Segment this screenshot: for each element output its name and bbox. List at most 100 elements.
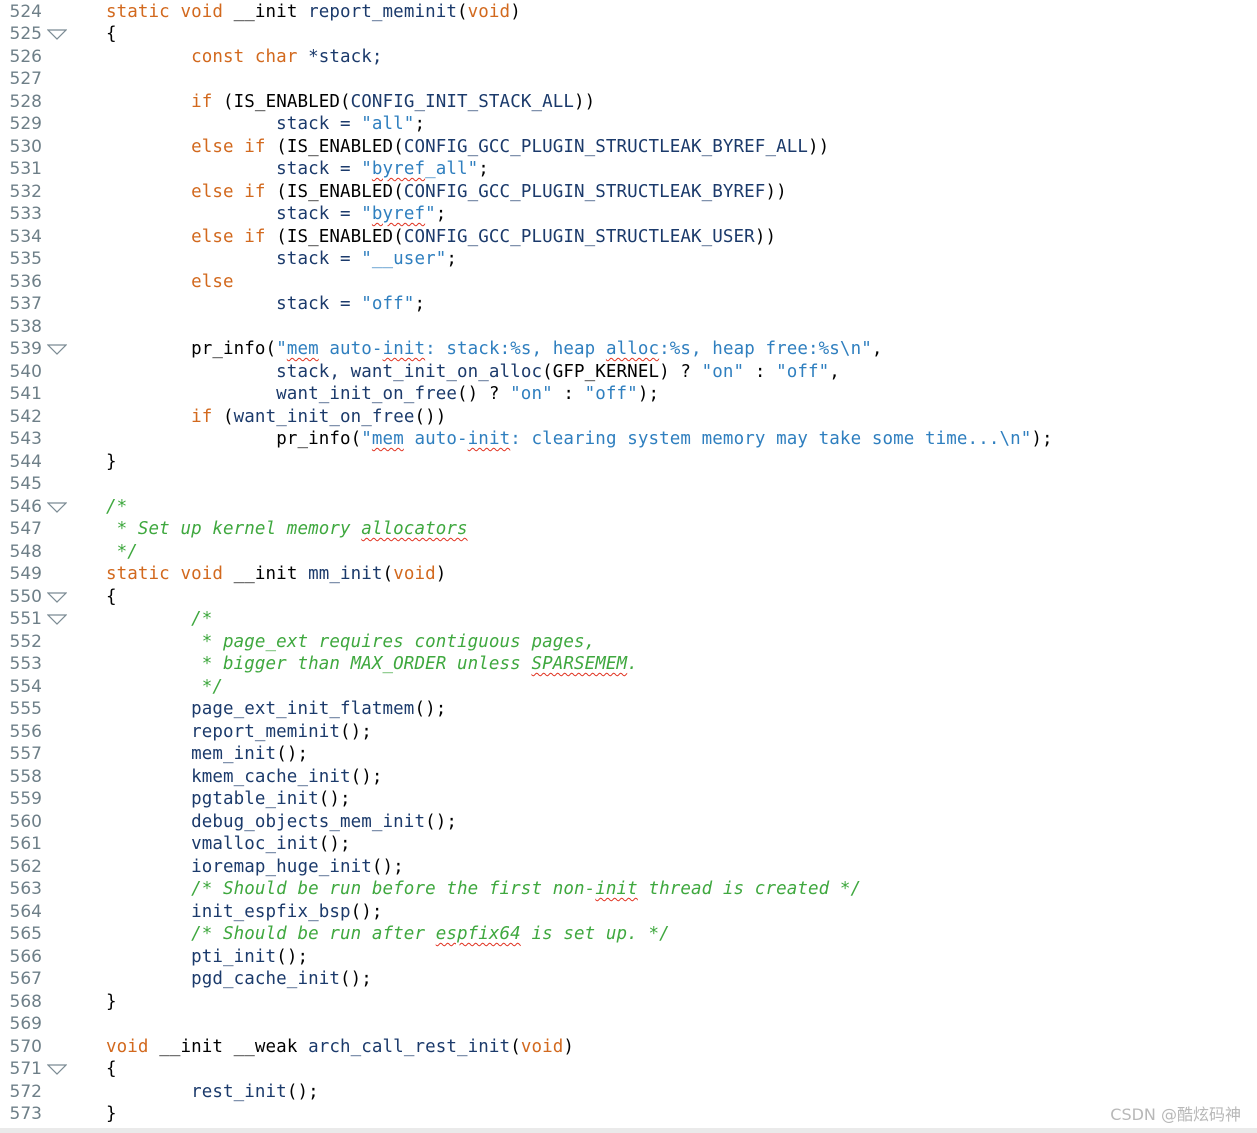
code-line[interactable]: 541 want_init_on_free() ? "on" : "off"); (0, 383, 1257, 406)
code-text: rest_init(); (106, 1081, 319, 1104)
code-line[interactable]: 524 static void __init report_meminit(voi… (0, 1, 1257, 24)
code-token: )) (574, 91, 596, 112)
code-line[interactable]: 536 else (0, 271, 1257, 294)
code-line[interactable]: 526 const char *stack; (0, 46, 1257, 69)
code-line[interactable]: 545 (0, 473, 1257, 496)
code-text: pgd_cache_init(); (106, 968, 372, 991)
code-token: *stack; (308, 46, 383, 67)
code-text: page_ext_init_flatmem(); (106, 698, 446, 721)
code-line[interactable]: 556 report_meminit(); (0, 721, 1257, 744)
fold-toggle-icon[interactable] (47, 614, 67, 625)
code-line[interactable]: 544} (0, 451, 1257, 474)
code-line[interactable]: 562 ioremap_huge_init(); (0, 856, 1257, 879)
code-line[interactable]: 570 void __init __weak arch_call_rest_ini… (0, 1036, 1257, 1059)
code-text: static void __init report_meminit(void) (106, 1, 521, 24)
code-line[interactable]: 531 stack = "byref_all"; (0, 158, 1257, 181)
code-line[interactable]: 552 * page_ext requires contiguous pages… (0, 631, 1257, 654)
code-token: () ? (456, 384, 511, 404)
code-token: SPARSEMEM (531, 654, 628, 674)
code-line[interactable]: 554 */ (0, 676, 1257, 699)
code-line[interactable]: 572 rest_init(); (0, 1081, 1257, 1104)
code-line[interactable]: 548 */ (0, 541, 1257, 564)
code-line[interactable]: 527 (0, 68, 1257, 91)
line-number: 528 (9, 91, 42, 112)
code-line[interactable]: 533 stack = "byref"; (0, 203, 1257, 226)
code-text: */ (106, 541, 138, 564)
code-line[interactable]: 566 pti_init(); (0, 946, 1257, 969)
code-token: stack = (106, 249, 362, 269)
code-line[interactable]: 535 stack = "__user"; (0, 248, 1257, 271)
line-number: 550 (9, 586, 42, 607)
code-token: IS_ENABLED (233, 91, 341, 112)
code-line[interactable]: 553 * bigger than MAX_ORDER unless SPARS… (0, 653, 1257, 676)
code-line[interactable]: 571 { (0, 1058, 1257, 1081)
line-number: 564 (9, 901, 42, 922)
code-token: pgd_cache_init (106, 969, 340, 989)
code-token: ( (276, 181, 287, 202)
code-line[interactable]: 563 /* Should be run before the first no… (0, 878, 1257, 901)
code-token: (); (414, 699, 447, 719)
code-text: stack = "__user"; (106, 248, 457, 271)
code-line[interactable]: 568} (0, 991, 1257, 1014)
code-line[interactable]: 560 debug_objects_mem_init(); (0, 811, 1257, 834)
fold-toggle-icon[interactable] (47, 501, 67, 513)
code-line[interactable]: 537 stack = "off"; (0, 293, 1257, 316)
code-line[interactable]: 534 else if (IS_ENABLED(CONFIG_GCC_PLUGI… (0, 226, 1257, 249)
line-number: 546 (9, 496, 42, 517)
code-line[interactable]: 551 /* (0, 608, 1257, 631)
code-line[interactable]: 559 pgtable_init(); (0, 788, 1257, 811)
code-token: : clearing system memory may take some t… (510, 429, 1032, 449)
code-line[interactable]: 549 static void __init mm_init(void) (0, 563, 1257, 586)
code-line[interactable]: 557 mem_init(); (0, 743, 1257, 766)
code-text: init_espfix_bsp(); (106, 901, 383, 924)
code-line[interactable]: 569 (0, 1013, 1257, 1036)
code-line[interactable]: 528 if (IS_ENABLED(CONFIG_INIT_STACK_ALL… (0, 91, 1257, 114)
code-line[interactable]: 530 else if (IS_ENABLED(CONFIG_GCC_PLUGI… (0, 136, 1257, 159)
code-token: (); (276, 744, 309, 764)
code-line[interactable]: 561 vmalloc_init(); (0, 833, 1257, 856)
horizontal-scrollbar[interactable] (0, 1128, 1257, 1133)
code-line[interactable]: 573} (0, 1103, 1257, 1126)
code-token: ( (393, 226, 404, 247)
code-token: , (829, 361, 840, 382)
code-line[interactable]: 555 page_ext_init_flatmem(); (0, 698, 1257, 721)
code-token: static void (106, 564, 234, 584)
fold-toggle-icon[interactable] (47, 591, 67, 603)
code-editor[interactable]: 524 static void __init report_meminit(voi… (0, 0, 1257, 1128)
code-token: pr_info (276, 429, 351, 449)
line-number: 524 (9, 1, 42, 22)
code-token: (); (350, 766, 383, 787)
code-line[interactable]: 539 pr_info("mem auto-init: stack:%s, he… (0, 338, 1257, 361)
fold-toggle-icon[interactable] (47, 344, 67, 355)
line-number: 551 (9, 609, 42, 629)
code-token: rest_init (106, 1081, 287, 1102)
code-token: ioremap_huge_init (106, 856, 372, 877)
code-text: pr_info("mem auto-init: stack:%s, heap a… (106, 338, 882, 361)
code-line[interactable]: 546 /* (0, 496, 1257, 519)
code-token: CONFIG_GCC_PLUGIN_STRUCTLEAK_BYREF_ALL (403, 136, 808, 157)
code-line[interactable]: 529 stack = "all"; (0, 113, 1257, 136)
code-line[interactable]: 532 else if (IS_ENABLED(CONFIG_GCC_PLUGI… (0, 181, 1257, 204)
code-line[interactable]: 564 init_espfix_bsp(); (0, 901, 1257, 924)
code-line[interactable]: 550 { (0, 586, 1257, 609)
code-line[interactable]: 565 /* Should be run after espfix64 is s… (0, 923, 1257, 946)
code-token: CONFIG_GCC_PLUGIN_STRUCTLEAK_USER (403, 226, 755, 247)
fold-toggle-icon[interactable] (47, 1064, 67, 1075)
code-token: IS_ENABLED (286, 181, 394, 202)
code-text: else if (IS_ENABLED(CONFIG_GCC_PLUGIN_ST… (106, 136, 829, 159)
code-line[interactable]: 558 kmem_cache_init(); (0, 766, 1257, 789)
code-line[interactable]: 567 pgd_cache_init(); (0, 968, 1257, 991)
code-line[interactable]: 525 { (0, 23, 1257, 46)
line-number: 571 (9, 1059, 42, 1079)
code-line[interactable]: 540 stack, want_init_on_alloc(GFP_KERNEL… (0, 361, 1257, 384)
code-line[interactable]: 542 if (want_init_on_free()) (0, 406, 1257, 429)
code-line[interactable]: 547 * Set up kernel memory allocators (0, 518, 1257, 541)
code-token: IS_ENABLED (286, 136, 394, 157)
code-line[interactable]: 538 (0, 316, 1257, 339)
line-number: 541 (9, 384, 42, 404)
code-token: . (627, 654, 638, 674)
code-line[interactable]: 543 pr_info("mem auto-init: clearing sys… (0, 428, 1257, 451)
fold-toggle-icon[interactable] (47, 29, 67, 40)
